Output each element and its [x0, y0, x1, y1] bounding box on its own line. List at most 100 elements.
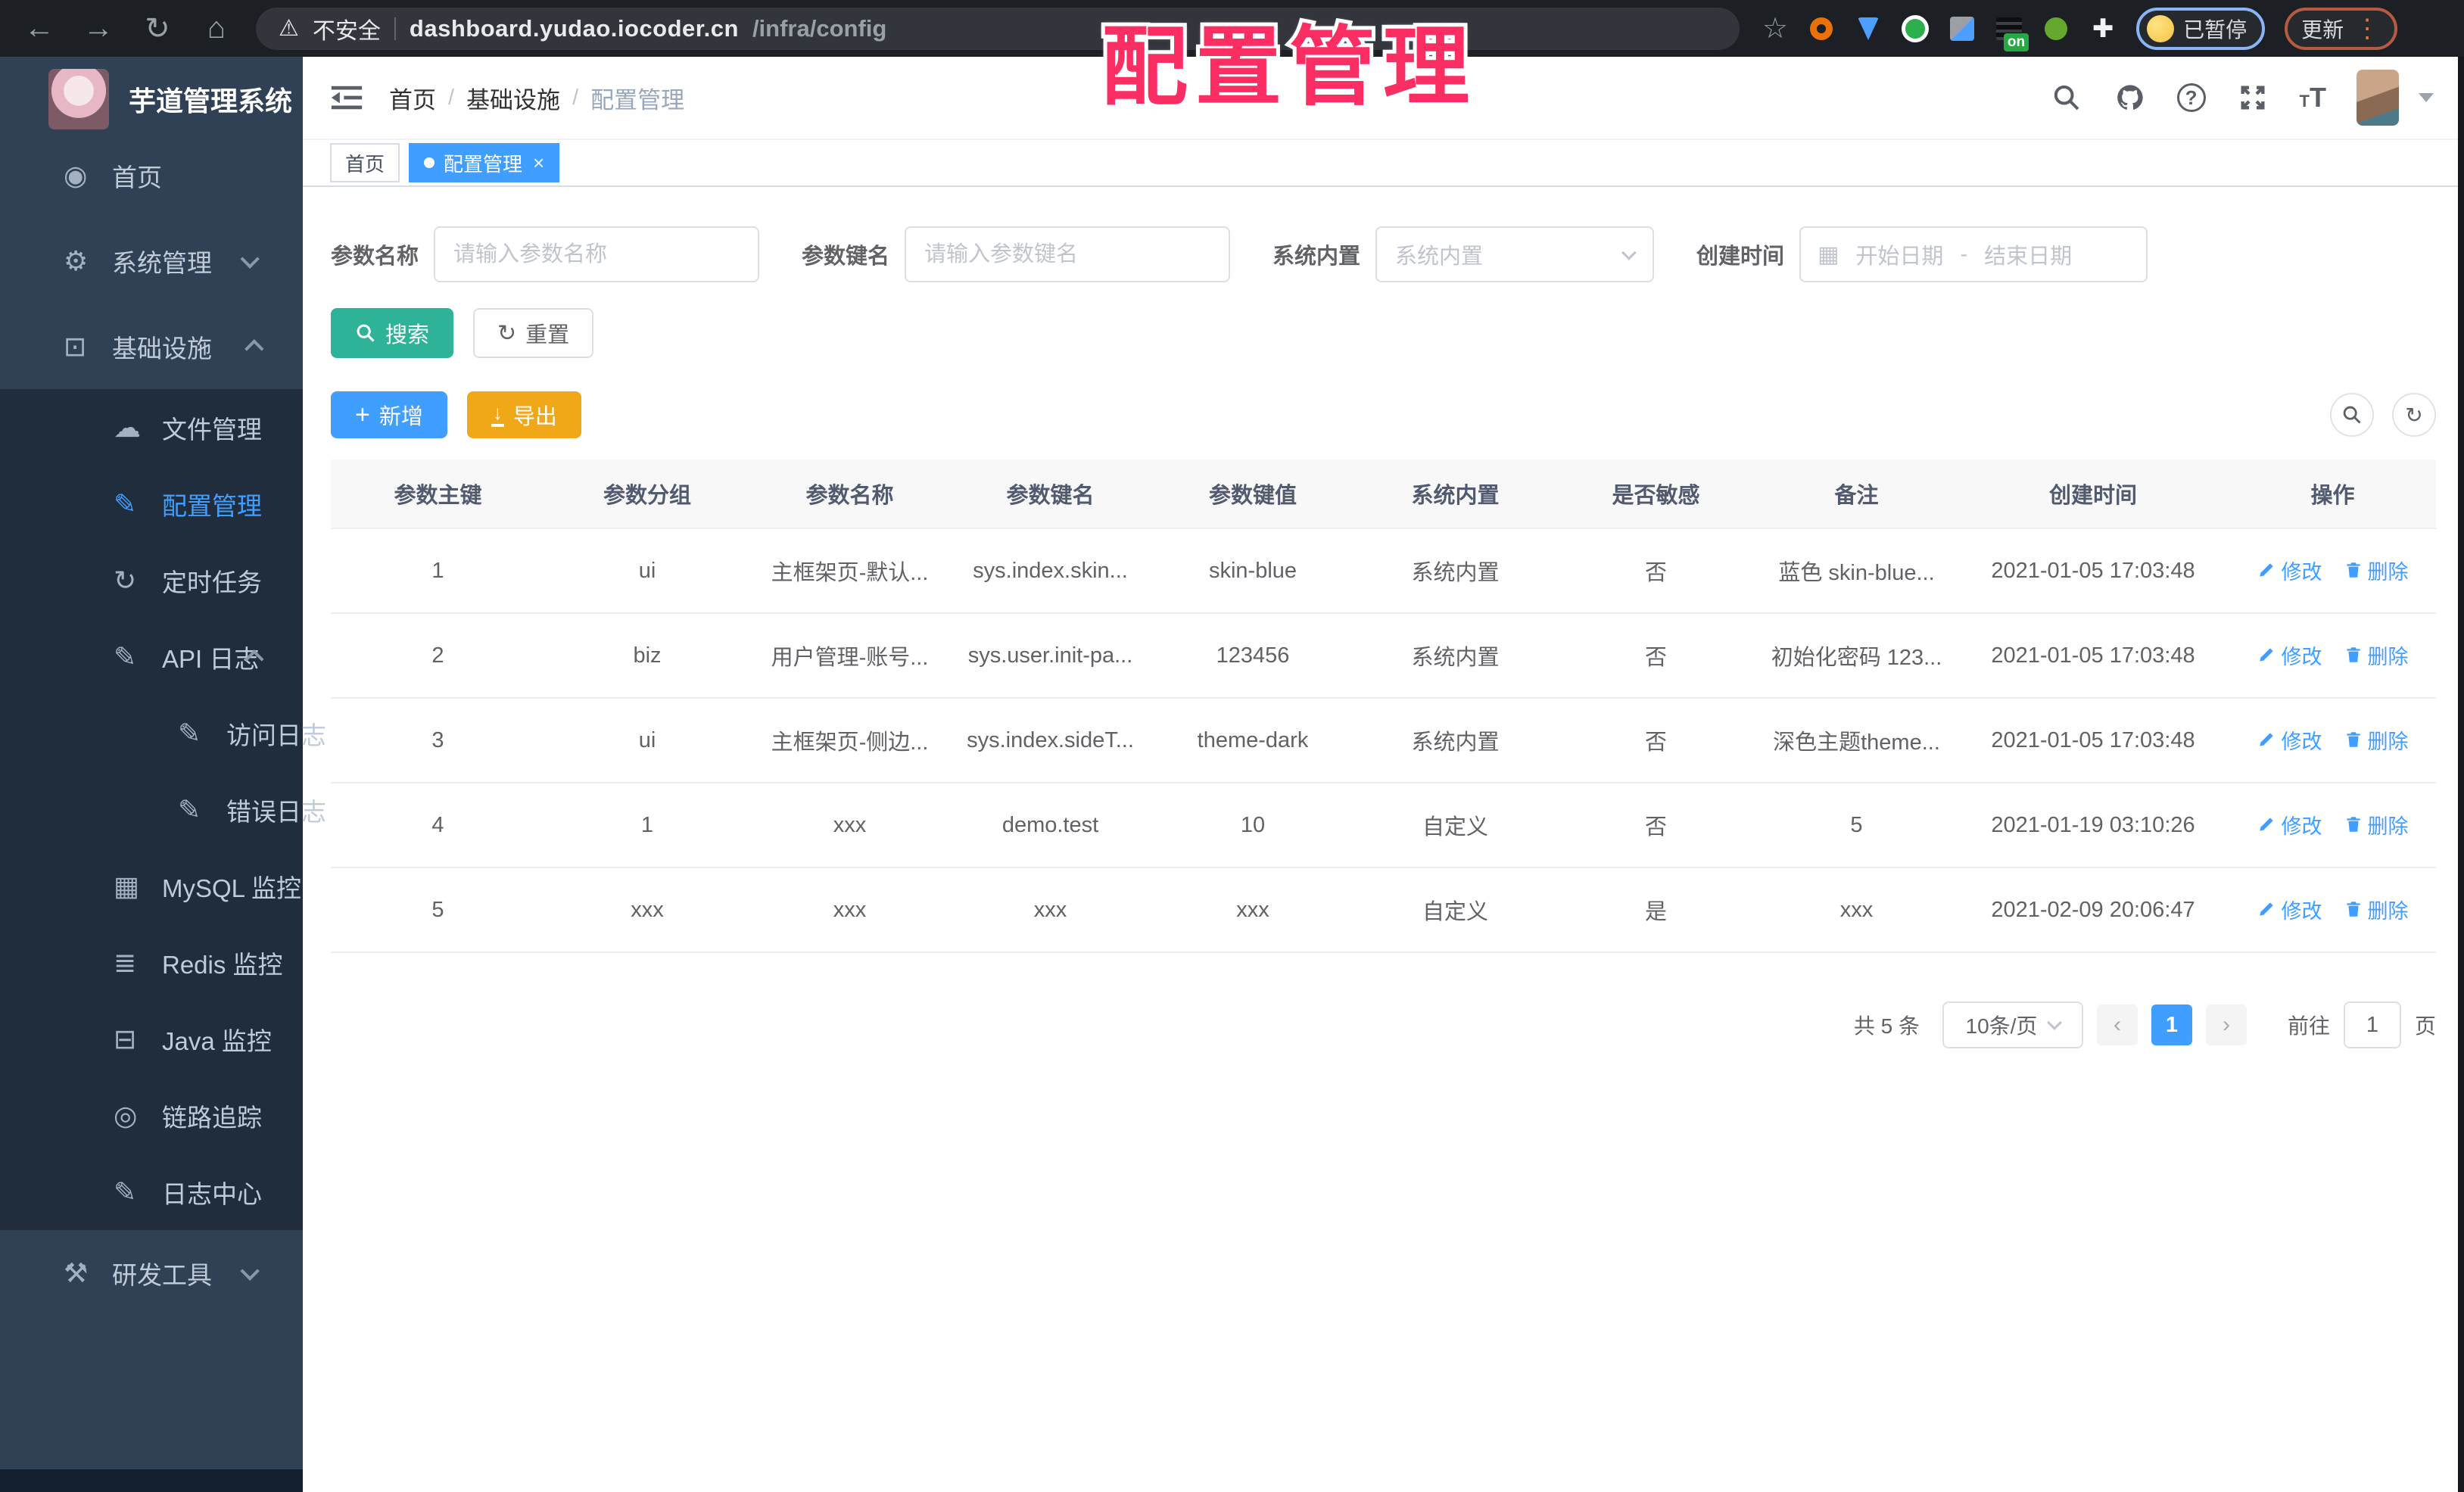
cell-id: 1 — [331, 528, 545, 614]
delete-button[interactable]: 删除 — [2344, 810, 2409, 839]
sidebar-item-error-log[interactable]: ✎ 错误日志 — [0, 771, 326, 848]
param-key-input[interactable] — [905, 226, 1231, 282]
column-header: 是否敏感 — [1556, 459, 1756, 529]
edit-button[interactable]: 修改 — [2257, 640, 2322, 670]
menu-label: 链路追踪 — [162, 1103, 262, 1132]
edit-button[interactable]: 修改 — [2257, 725, 2322, 755]
reset-button[interactable]: ↻ 重置 — [473, 308, 594, 358]
sidebar-item-job[interactable]: ↻ 定时任务 — [0, 542, 303, 618]
edit-button[interactable]: 修改 — [2257, 895, 2322, 924]
browser-menu-dots-icon[interactable]: ⋮ — [2354, 14, 2381, 44]
sidebar-item-infra[interactable]: ⊡ 基础设施 — [0, 304, 303, 389]
address-bar[interactable]: ⚠ 不安全 dashboard.yudao.iocoder.cn /infra/… — [256, 7, 1740, 50]
param-name-label: 参数名称 — [331, 245, 419, 269]
cell-id: 5 — [331, 867, 545, 953]
total-count: 共 5 条 — [1853, 1014, 1920, 1038]
header-actions: ? TT — [2050, 70, 2434, 126]
menu-icon: ⊟ — [114, 1023, 137, 1054]
sidebar-item-trace[interactable]: ◎ 链路追踪 — [0, 1077, 303, 1154]
table-tools: ↻ — [2330, 393, 2436, 437]
delete-button[interactable]: 删除 — [2344, 895, 2409, 924]
refresh-table-button[interactable]: ↻ — [2392, 393, 2436, 437]
tab-close-icon[interactable]: × — [533, 151, 544, 175]
sidebar-item-api-log[interactable]: ✎ API 日志 — [0, 618, 303, 695]
menu-icon: ◎ — [114, 1099, 138, 1131]
prev-page-button[interactable]: ‹ — [2096, 1005, 2138, 1045]
search-icon — [2343, 406, 2361, 424]
table-row: 3 ui 主框架页-侧边... sys.index.sideT... theme… — [331, 698, 2436, 783]
page-size-select[interactable]: 10条/页 — [1942, 1001, 2083, 1048]
menu-label: 访问日志 — [226, 721, 326, 749]
delete-button[interactable]: 删除 — [2344, 725, 2409, 755]
export-button[interactable]: ↓ 导出 — [466, 391, 581, 438]
update-label: 更新 — [2301, 17, 2344, 42]
browser-reload-icon[interactable]: ↻ — [138, 11, 177, 46]
github-icon[interactable] — [2114, 81, 2147, 114]
sidebar-item-file[interactable]: ☁ 文件管理 — [0, 389, 303, 466]
sidebar-item-home[interactable]: ◉ 首页 — [0, 132, 303, 218]
table-toolbar: + 新增 ↓ 导出 ↻ — [331, 391, 2436, 438]
cell-name: 主框架页-默认... — [749, 528, 950, 614]
tab-home[interactable]: 首页 — [330, 143, 400, 182]
system-builtin-select[interactable]: 系统内置 — [1375, 226, 1655, 282]
extension-grid-icon[interactable] — [1948, 15, 1976, 42]
param-name-input[interactable] — [434, 226, 760, 282]
next-page-button[interactable]: › — [2205, 1005, 2247, 1045]
delete-button[interactable]: 删除 — [2344, 556, 2409, 585]
browser-home-icon[interactable]: ⌂ — [197, 11, 236, 45]
breadcrumb-home[interactable]: 首页 — [389, 81, 436, 115]
extension-location-pin-icon[interactable] — [1855, 15, 1882, 42]
sidebar-item-config[interactable]: ✎ 配置管理 — [0, 466, 303, 542]
sidebar-item-log-center[interactable]: ✎ 日志中心 — [0, 1154, 303, 1230]
sidebar-item-system[interactable]: ⚙ 系统管理 — [0, 218, 303, 304]
column-header: 操作 — [2229, 459, 2436, 529]
search-button[interactable]: 搜索 — [331, 308, 454, 358]
menu-label: Java 监控 — [162, 1026, 272, 1055]
help-icon[interactable]: ? — [2176, 83, 2206, 112]
browser-profile-paused[interactable]: 已暂停 — [2136, 7, 2266, 50]
cell-value: skin-blue — [1151, 528, 1355, 614]
goto-page-input[interactable] — [2343, 1001, 2401, 1048]
menu-label: 配置管理 — [162, 491, 262, 520]
goto-label: 前往 — [2287, 1014, 2330, 1038]
pencil-icon — [2260, 563, 2274, 577]
edit-button[interactable]: 修改 — [2257, 810, 2322, 839]
bookmark-star-icon[interactable]: ☆ — [1762, 11, 1788, 45]
sidebar-item-mysql[interactable]: ▦ MySQL 监控 — [0, 848, 303, 924]
sidebar-fold-icon[interactable] — [330, 85, 363, 111]
current-page-button[interactable]: 1 — [2151, 1005, 2192, 1045]
tab-config[interactable]: 配置管理 × — [409, 143, 560, 182]
header-search-icon[interactable] — [2050, 81, 2083, 114]
sidebar-item-java[interactable]: ⊟ Java 监控 — [0, 1001, 303, 1077]
sidebar-item-dev-tools[interactable]: ⚒ 研发工具 — [0, 1230, 303, 1316]
browser-back-icon[interactable]: ← — [20, 11, 59, 45]
extension-green-circle-icon[interactable] — [1902, 14, 1930, 42]
cell-sensitive: 否 — [1556, 783, 1756, 868]
sidebar-item-redis[interactable]: ≣ Redis 监控 — [0, 924, 303, 1001]
cell-value: 10 — [1151, 783, 1355, 868]
extension-list-on-icon[interactable]: on — [1995, 15, 2029, 51]
extension-magnifier-icon[interactable] — [2042, 15, 2070, 42]
user-avatar[interactable] — [2357, 70, 2399, 126]
extensions-puzzle-icon[interactable]: ✚ — [2089, 14, 2117, 43]
column-header: 参数键值 — [1151, 459, 1355, 529]
add-button[interactable]: + 新增 — [331, 391, 447, 438]
sidebar-item-access-log[interactable]: ✎ 访问日志 — [0, 695, 326, 771]
font-size-icon[interactable]: TT — [2300, 82, 2326, 114]
edit-button[interactable]: 修改 — [2257, 556, 2322, 585]
avatar-caret-icon[interactable] — [2419, 93, 2434, 102]
browser-forward-icon[interactable]: → — [79, 11, 118, 45]
cell-sensitive: 否 — [1556, 698, 1756, 783]
cell-name: xxx — [749, 867, 950, 953]
fullscreen-icon[interactable] — [2236, 81, 2269, 114]
date-range-picker[interactable]: ▦ 开始日期 - 结束日期 — [1799, 226, 2148, 282]
sidebar: 芋道管理系统 ◉ 首页 ⚙ 系统管理 ⊡ 基础设施 ☁ 文件管理 ✎ 配置管理 … — [0, 57, 326, 1492]
brand[interactable]: 芋道管理系统 — [0, 57, 303, 132]
toggle-search-button[interactable] — [2330, 393, 2374, 437]
extension-orange-ring-icon[interactable] — [1808, 15, 1835, 42]
cell-remark: 初始化密码 123... — [1756, 613, 1957, 699]
breadcrumb-infra[interactable]: 基础设施 — [466, 81, 560, 115]
refresh-icon: ↻ — [2405, 403, 2423, 427]
delete-button[interactable]: 删除 — [2344, 640, 2409, 670]
browser-update-button[interactable]: 更新 ⋮ — [2285, 7, 2398, 50]
